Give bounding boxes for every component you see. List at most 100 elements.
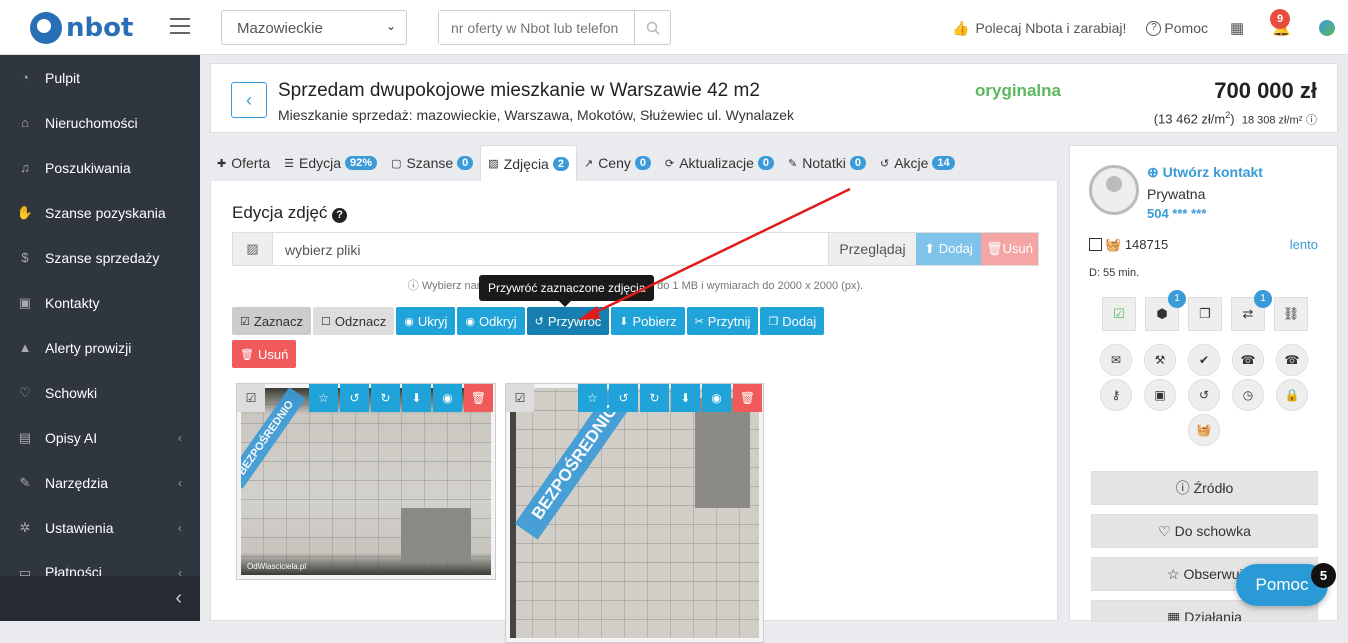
briefcase-icon[interactable]: ▣: [1144, 379, 1176, 411]
clone-icon[interactable]: ❐: [1188, 297, 1222, 331]
phone-slash-icon[interactable]: ☎: [1232, 344, 1264, 376]
eye-icon: ◉: [465, 315, 476, 328]
clock-icon[interactable]: ◷: [1232, 379, 1264, 411]
tab-zdjecia[interactable]: ▨ Zdjęcia 2: [480, 145, 577, 181]
tab-ceny[interactable]: ↗ Ceny 0: [577, 145, 658, 181]
basket-icon[interactable]: 🧺: [1188, 414, 1220, 446]
create-contact-link[interactable]: ⊕ Utwórz kontakt: [1147, 164, 1263, 181]
eye-slash-icon[interactable]: ◉: [433, 384, 462, 412]
sidebar-item-label: Nieruchomości: [45, 114, 138, 131]
search-input[interactable]: [439, 11, 634, 44]
price-per-m2-close: ): [1230, 111, 1235, 127]
thumbs-up-icon: 👍: [952, 19, 970, 36]
speed-link[interactable]: lento: [1290, 237, 1318, 252]
tab-akcje[interactable]: ↺ Akcje 14: [873, 145, 962, 181]
question-icon[interactable]: ?: [332, 208, 348, 223]
download-icon[interactable]: ⬇: [671, 384, 700, 412]
select-all-button[interactable]: ☑ Zaznacz: [232, 307, 312, 335]
download-icon[interactable]: ⬇: [402, 384, 431, 412]
photo-card[interactable]: BEZPOŚREDNIO OdWlasciciela.pl ☑ ☆ ↺ ↻ ⬇ …: [236, 383, 496, 580]
tab-badge: 14: [932, 156, 955, 170]
tab-szanse[interactable]: ▢ Szanse 0: [384, 145, 480, 181]
photo-card[interactable]: BEZPOŚREDNIO ☑ ☆ ↺ ↻ ⬇ ◉ 🗑: [505, 383, 764, 643]
sidebar-item-poszukiwania[interactable]: ♫ Poszukiwania: [0, 145, 200, 190]
calendar-icon[interactable]: ▦: [1230, 19, 1244, 37]
square-icon: ☐: [321, 315, 331, 328]
sidebar-item-label: Alerty prowizji: [45, 339, 132, 356]
key-icon[interactable]: ⚷: [1100, 379, 1132, 411]
tab-badge: 92%: [345, 156, 378, 170]
phone-slash-2-icon[interactable]: ☎: [1276, 344, 1308, 376]
gavel-icon[interactable]: ⚒: [1144, 344, 1176, 376]
undo-icon[interactable]: ↺: [1188, 379, 1220, 411]
help-link[interactable]: Pomoc: [1164, 20, 1208, 36]
sidebar-item-ustawienia[interactable]: ✲ Ustawienia ‹: [0, 505, 200, 550]
restore-button[interactable]: ↺ Przywróć: [526, 307, 610, 335]
deselect-button[interactable]: ☐ Odznacz: [313, 307, 395, 335]
crop-button[interactable]: ✂ Przytnij: [686, 307, 759, 335]
search-icon[interactable]: [634, 11, 670, 44]
unlink-icon[interactable]: ⛓: [1274, 297, 1308, 331]
trash-icon[interactable]: 🗑: [733, 384, 762, 412]
rotate-left-icon[interactable]: ↺: [609, 384, 638, 412]
sidebar-item-schowki[interactable]: ♡ Schowki: [0, 370, 200, 415]
tab-aktualizacje[interactable]: ⟳ Aktualizacje 0: [658, 145, 781, 181]
source-button[interactable]: ⓘ Źródło: [1091, 471, 1318, 505]
offer-checkbox[interactable]: [1089, 238, 1102, 251]
sidebar-collapse-button[interactable]: ‹: [0, 576, 200, 621]
sidebar-item-pulpit[interactable]: ◔ Pulpit: [0, 55, 200, 100]
hamburger-menu-icon[interactable]: [170, 18, 190, 34]
retweet-icon[interactable]: ⇄ 1: [1231, 290, 1272, 331]
gear-icon: ✲: [19, 519, 31, 535]
delete-photos-button[interactable]: 🗑 Usuń: [232, 340, 297, 368]
trash-icon[interactable]: 🗑: [464, 384, 493, 412]
upload-add-button[interactable]: ⬆ Dodaj: [916, 233, 981, 265]
offer-id: 148715: [1124, 237, 1169, 252]
eye-slash-icon[interactable]: ◉: [702, 384, 731, 412]
region-select[interactable]: Mazowieckie ⌄: [221, 10, 407, 45]
rotate-left-icon[interactable]: ↺: [340, 384, 369, 412]
nbot-logo[interactable]: nbot: [30, 12, 133, 44]
check-icon[interactable]: ✔: [1188, 344, 1220, 376]
image-icon: ▨: [233, 233, 273, 265]
back-button[interactable]: ‹: [231, 82, 267, 118]
tab-label: Akcje: [894, 155, 929, 171]
contact-phone[interactable]: 504 *** ***: [1147, 206, 1206, 221]
file-name-field[interactable]: wybierz pliki: [273, 233, 828, 265]
sidebar-item-szanse-sprzedazy[interactable]: $ Szanse sprzedaży: [0, 235, 200, 280]
globe-icon[interactable]: [1318, 20, 1335, 36]
sidebar-item-nieruchomosci[interactable]: ⌂ Nieruchomości: [0, 100, 200, 145]
hide-button[interactable]: ◉ Ukryj: [396, 307, 456, 335]
rotate-right-icon[interactable]: ↻: [371, 384, 400, 412]
bell-outline-icon: ♫: [20, 160, 30, 175]
sidebar-item-kontakty[interactable]: ▣ Kontakty: [0, 280, 200, 325]
star-icon[interactable]: ☆: [309, 384, 338, 412]
check-square-icon[interactable]: ☑: [1102, 297, 1136, 331]
star-icon[interactable]: ☆: [578, 384, 607, 412]
sidebar-item-alerty-prowizji[interactable]: ▲ Alerty prowizji: [0, 325, 200, 370]
tab-oferta[interactable]: ✚ Oferta: [210, 145, 277, 181]
refer-link[interactable]: Polecaj Nbota i zarabiaj!: [975, 20, 1126, 36]
tab-notatki[interactable]: ✎ Notatki 0: [781, 145, 873, 181]
photo-select-checkbox[interactable]: ☑: [237, 384, 265, 412]
basket-icon: 🧺: [1105, 237, 1122, 252]
cubes-icon[interactable]: ⬢ 1: [1145, 290, 1186, 331]
show-button[interactable]: ◉ Odkryj: [457, 307, 525, 335]
history-icon: ↺: [879, 157, 890, 170]
upload-remove-button[interactable]: 🗑Usuń: [981, 233, 1038, 265]
photos-panel: Edycja zdjęć ? ▨ wybierz pliki Przegląda…: [210, 181, 1058, 643]
add-photo-button[interactable]: ❐ Dodaj: [760, 307, 825, 335]
download-button[interactable]: ⬇ Pobierz: [611, 307, 685, 335]
envelope-icon[interactable]: ✉: [1100, 344, 1132, 376]
sidebar-item-opisy-ai[interactable]: ▤ Opisy AI ‹: [0, 415, 200, 460]
tab-edycja[interactable]: ☰ Edycja 92%: [277, 145, 384, 181]
rotate-right-icon[interactable]: ↻: [640, 384, 669, 412]
add-to-favorites-button[interactable]: ♡ Do schowka: [1091, 514, 1318, 548]
browse-button[interactable]: Przeglądaj: [828, 233, 916, 265]
list-icon: ☰: [284, 157, 294, 170]
lock-icon[interactable]: 🔒: [1276, 379, 1308, 411]
photo-select-checkbox[interactable]: ☑: [506, 384, 534, 412]
sidebar-item-narzedzia[interactable]: ✎ Narzędzia ‹: [0, 460, 200, 505]
sidebar-item-szanse-pozyskania[interactable]: ✋ Szanse pozyskania: [0, 190, 200, 235]
info-icon[interactable]: ⓘ: [1306, 114, 1317, 126]
